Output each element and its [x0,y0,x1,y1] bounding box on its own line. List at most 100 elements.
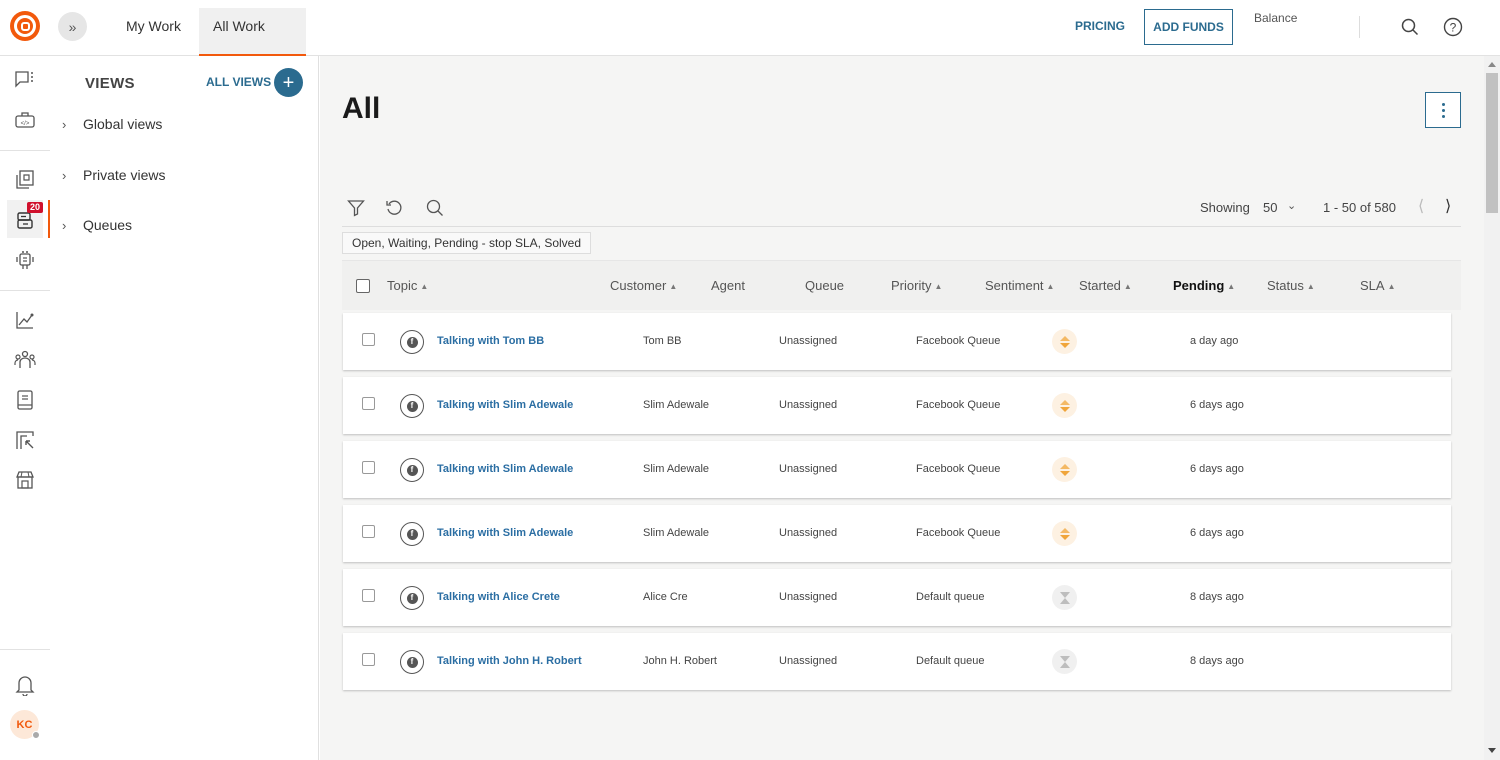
customer-cell: Slim Adewale [643,463,710,475]
nav-divider [0,649,50,650]
queue-cell: Facebook Queue [916,463,1001,475]
scroll-up-arrow[interactable] [1488,62,1496,67]
agent-cell: Unassigned [779,399,838,411]
column-header-pending[interactable]: Pending ▲ [1173,278,1235,293]
sort-icon: ▲︎ [669,282,678,291]
column-header-started[interactable]: Started ▲︎ [1079,278,1132,293]
chevron-right-icon: › [62,167,67,183]
analytics-icon[interactable] [13,308,37,332]
conversations-icon[interactable] [13,68,37,92]
bot-icon[interactable] [13,248,37,272]
table-row[interactable]: f Talking with Slim Adewale Slim Adewale Un… [343,505,1451,562]
next-page-button[interactable]: ⟩ [1445,196,1451,216]
topic-link[interactable]: Talking with Slim Adewale [437,527,573,539]
search-icon[interactable] [1399,16,1421,38]
more-options-button[interactable] [1425,92,1461,128]
row-checkbox[interactable] [362,653,375,666]
queue-cell: Facebook Queue [916,527,1001,539]
topic-link[interactable]: Talking with John H. Robert [437,655,582,667]
sort-icon: ▲︎ [1123,282,1132,291]
reports-icon[interactable] [13,428,37,452]
contacts-icon[interactable] [13,348,37,372]
sort-icon: ▲︎ [1387,282,1396,291]
svg-text:</>: </> [21,121,30,127]
nav-divider [0,290,50,291]
previous-page-button[interactable]: ⟨ [1418,196,1424,216]
column-header-status[interactable]: Status ▲︎ [1267,278,1315,293]
column-header-priority[interactable]: Priority ▲︎ [891,278,942,293]
topic-link[interactable]: Talking with Slim Adewale [437,463,573,475]
reset-icon[interactable] [384,198,404,218]
priority-medium-icon [1052,521,1077,546]
table-row[interactable]: f Talking with Alice Crete Alice Cre Unassi… [343,569,1451,626]
tab-my-work[interactable]: My Work [112,8,195,44]
page-title: All [342,92,381,125]
row-checkbox[interactable] [362,589,375,602]
vertical-scrollbar[interactable] [1484,56,1500,760]
facebook-channel-icon: f [400,650,424,674]
facebook-channel-icon: f [400,586,424,610]
filter-icon[interactable] [346,198,366,218]
tab-all-work[interactable]: All Work (20) [199,8,306,70]
views-title: VIEWS [85,75,135,92]
toolbar-divider [342,226,1461,227]
topic-link[interactable]: Talking with Alice Crete [437,591,560,603]
help-icon[interactable]: ? [1442,16,1464,38]
views-icon[interactable] [13,168,37,192]
column-header-sla[interactable]: SLA ▲︎ [1360,278,1396,293]
table-row[interactable]: f Talking with Slim Adewale Slim Adewale Un… [343,377,1451,434]
page-size-select[interactable]: 50 [1263,200,1277,215]
customer-cell: John H. Robert [643,655,717,667]
row-checkbox[interactable] [362,397,375,410]
nav-divider [0,150,50,151]
scrollbar-thumb[interactable] [1486,73,1498,213]
views-group-label: Global views [83,116,163,132]
topic-link[interactable]: Talking with Slim Adewale [437,399,573,411]
customer-cell: Slim Adewale [643,399,710,411]
pending-cell: 6 days ago [1190,527,1244,539]
table-row[interactable]: f Talking with Tom BB Tom BB Unassigned Face… [343,313,1451,370]
views-group-private[interactable]: › Private views [62,165,165,185]
priority-medium-icon [1052,393,1077,418]
expand-sidebar-button[interactable]: » [58,12,87,41]
table-search-icon[interactable] [425,198,445,218]
developer-icon[interactable]: </> [13,108,37,132]
agent-cell: Unassigned [779,335,838,347]
store-icon[interactable] [13,468,37,492]
views-group-queues[interactable]: › Queues [62,215,132,235]
column-header-customer[interactable]: Customer ▲︎ [610,278,677,293]
priority-medium-icon [1052,329,1077,354]
scroll-down-arrow[interactable] [1488,748,1496,753]
views-panel: VIEWS ALL VIEWS + › Global views › Private… [50,56,319,760]
hourglass-icon [1052,649,1077,674]
column-header-sentiment[interactable]: Sentiment ▲︎ [985,278,1054,293]
showing-label: Showing [1200,200,1250,215]
customer-cell: Tom BB [643,335,682,347]
row-checkbox[interactable] [362,525,375,538]
row-checkbox[interactable] [362,333,375,346]
chevron-down-icon[interactable]: ⌄ [1287,199,1296,212]
pending-cell: 8 days ago [1190,591,1244,603]
add-view-button[interactable]: + [274,68,303,97]
views-group-global[interactable]: › Global views [62,114,162,134]
column-header-agent: Agent [711,278,745,293]
left-nav: </> 20 KC [0,56,50,760]
views-group-label: Private views [83,167,166,183]
app-logo[interactable] [10,11,40,41]
add-funds-button[interactable]: ADD FUNDS [1144,9,1233,45]
column-header-topic[interactable]: Topic ▲︎ [387,278,428,293]
facebook-channel-icon: f [400,394,424,418]
table-row[interactable]: f Talking with John H. Robert John H. Robe… [343,633,1451,690]
row-checkbox[interactable] [362,461,375,474]
select-all-checkbox[interactable] [356,279,370,293]
status-filter-chip[interactable]: Open, Waiting, Pending - stop SLA, Solve… [342,232,592,254]
all-views-link[interactable]: ALL VIEWS [206,75,271,89]
bell-icon[interactable] [13,673,37,697]
topic-link[interactable]: Talking with Tom BB [437,335,544,347]
customer-cell: Slim Adewale [643,527,710,539]
pagination-range: 1 - 50 of 580 [1323,200,1396,215]
table-row[interactable]: f Talking with Slim Adewale Slim Adewale Un… [343,441,1451,498]
knowledge-base-icon[interactable] [13,388,37,412]
queue-cell: Facebook Queue [916,335,1001,347]
pricing-link[interactable]: PRICING [1075,19,1125,33]
